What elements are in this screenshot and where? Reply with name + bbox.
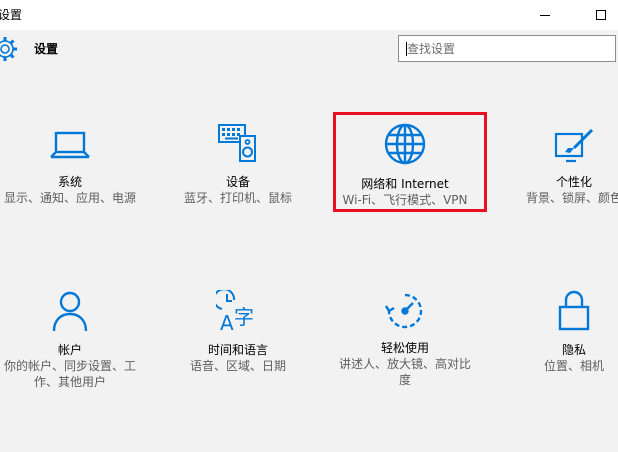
search-box[interactable] [398,35,616,62]
personalization-icon [554,128,594,163]
tile-label: 时间和语言 [207,343,268,357]
tile-description: 背景、锁屏、颜色 [525,191,618,205]
tile-ease-of-access[interactable]: 轻松使用 讲述人、放大镜、高对比度 [325,292,485,388]
minimize-icon [540,14,550,16]
tile-label: 轻松使用 [380,341,429,355]
maximize-button[interactable] [578,0,618,30]
gear-icon [0,37,17,61]
tile-description: 位置、相机 [543,359,604,373]
tile-label: 帐户 [57,343,82,357]
tile-devices[interactable]: 设备 蓝牙、打印机、鼠标 [158,122,318,206]
laptop-icon [50,131,90,159]
time-language-icon: A 字 [216,290,254,332]
tile-description: 讲述人、放大镜、高对比度 [338,357,471,387]
tile-label: 设备 [225,175,250,189]
tile-label: 隐私 [561,343,586,357]
search-input[interactable] [399,36,589,61]
svg-text:A: A [220,311,234,332]
tile-system[interactable]: 系统 显示、通知、应用、电源 [0,128,150,206]
tile-label: 个性化 [555,175,592,189]
lock-icon [558,290,590,331]
maximize-icon [596,10,606,20]
page-title: 设置 [34,42,59,56]
tile-time-language[interactable]: A 字 时间和语言 语音、区域、日期 [158,290,318,374]
tile-description: 显示、通知、应用、电源 [4,191,137,205]
title-bar: 设置 [0,0,618,30]
person-icon [52,291,88,332]
tile-description: 你的帐户、同步设置、工作、其他用户 [4,359,137,389]
tile-accounts[interactable]: 帐户 你的帐户、同步设置、工作、其他用户 [0,290,150,390]
tile-label: 系统 [57,175,82,189]
tile-privacy[interactable]: 隐私 位置、相机 [494,290,618,374]
tile-description: 语音、区域、日期 [189,359,286,373]
devices-icon [218,124,256,162]
settings-header: 设置 [0,30,618,72]
svg-text:字: 字 [234,305,254,329]
window-title: 设置 [0,8,23,22]
ease-of-access-icon [384,293,423,329]
highlight-box [333,112,487,212]
tile-description: 蓝牙、打印机、鼠标 [183,191,292,205]
minimize-button[interactable] [522,0,568,30]
tile-personalization[interactable]: 个性化 背景、锁屏、颜色 [494,128,618,206]
